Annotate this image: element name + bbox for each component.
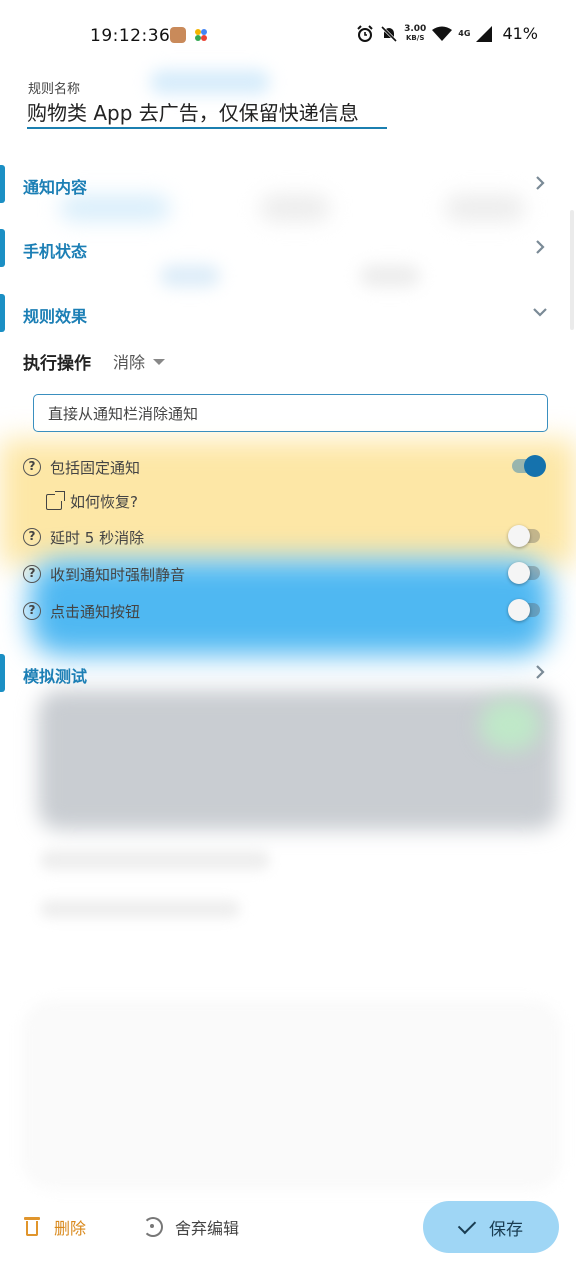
save-label: 保存 — [489, 1219, 523, 1240]
section-accent-bar — [0, 654, 5, 692]
dropdown-arrow-icon — [153, 359, 166, 365]
battery-level: 41% — [502, 24, 538, 43]
action-description: 直接从通知栏消除通知 — [33, 394, 548, 432]
section-simulate-test[interactable]: 模拟测试 — [0, 650, 576, 696]
mute-bell-icon — [381, 25, 398, 42]
rule-name-label: 规则名称 — [28, 82, 81, 97]
chevron-right-icon — [536, 240, 545, 254]
trash-icon — [24, 1217, 40, 1237]
app-notification-icon — [170, 27, 186, 43]
action-label: 执行操作 — [23, 354, 91, 374]
chevron-down-icon — [533, 308, 547, 317]
help-icon[interactable]: ? — [23, 565, 41, 583]
how-to-recover-link[interactable]: 如何恢复? — [46, 490, 138, 512]
option-delay-dismiss: ? 延时 5 秒消除 — [0, 521, 576, 555]
include-pinned-toggle[interactable] — [512, 455, 546, 477]
help-icon[interactable]: ? — [23, 528, 41, 546]
bottom-action-bar: 删除 舍弃编辑 保存 — [0, 1195, 576, 1265]
section-phone-state[interactable]: 手机状态 — [0, 225, 576, 271]
section-title: 模拟测试 — [23, 667, 88, 686]
section-notification-content[interactable]: 通知内容 — [0, 161, 576, 207]
option-click-button: ? 点击通知按钮 — [0, 595, 576, 629]
action-selected-value: 消除 — [113, 353, 146, 372]
system-icons: 3.00 KB/S 4G 41% — [356, 24, 538, 43]
action-dropdown[interactable]: 消除 — [113, 349, 166, 373]
option-label: 延时 5 秒消除 — [50, 529, 145, 547]
delete-label: 删除 — [54, 1219, 87, 1238]
force-mute-toggle[interactable] — [508, 562, 540, 584]
signal-icon — [476, 25, 493, 42]
rule-name-input[interactable]: 购物类 App 去广告，仅保留快递信息 — [27, 97, 387, 129]
discard-label: 舍弃编辑 — [175, 1219, 240, 1238]
help-icon[interactable]: ? — [23, 458, 41, 476]
pinwheel-icon — [195, 29, 207, 41]
section-rule-effect[interactable]: 规则效果 — [0, 290, 576, 336]
net-speed: 3.00 KB/S — [404, 23, 427, 42]
option-label: 包括固定通知 — [50, 459, 141, 477]
delay-dismiss-toggle[interactable] — [508, 525, 540, 547]
click-button-toggle[interactable] — [508, 599, 540, 621]
notification-icons — [170, 27, 208, 43]
wifi-icon — [432, 26, 453, 41]
status-bar: 19:12:36 3.00 KB/S 4G 41% — [0, 0, 576, 72]
chevron-right-icon — [536, 176, 545, 190]
section-title: 通知内容 — [23, 178, 88, 197]
chevron-right-icon — [536, 665, 545, 679]
recover-link-text: 如何恢复? — [70, 493, 138, 511]
status-time: 19:12:36 — [90, 26, 171, 46]
section-title: 规则效果 — [23, 307, 88, 326]
external-link-icon — [46, 490, 65, 510]
section-accent-bar — [0, 165, 5, 203]
delete-button[interactable]: 删除 — [24, 1215, 86, 1239]
discard-edit-button[interactable]: 舍弃编辑 — [143, 1215, 239, 1239]
option-label: 收到通知时强制静音 — [50, 566, 186, 584]
alarm-icon — [357, 24, 373, 42]
scrollbar[interactable] — [570, 210, 574, 330]
check-icon — [457, 1215, 477, 1235]
section-title: 手机状态 — [23, 242, 88, 261]
section-accent-bar — [0, 229, 5, 267]
help-icon[interactable]: ? — [23, 602, 41, 620]
save-button[interactable]: 保存 — [423, 1201, 559, 1253]
network-type: 4G — [458, 29, 471, 38]
option-force-mute: ? 收到通知时强制静音 — [0, 558, 576, 592]
option-label: 点击通知按钮 — [50, 603, 141, 621]
section-accent-bar — [0, 294, 5, 332]
option-include-pinned: ? 包括固定通知 — [0, 451, 576, 485]
restore-icon — [143, 1217, 163, 1237]
